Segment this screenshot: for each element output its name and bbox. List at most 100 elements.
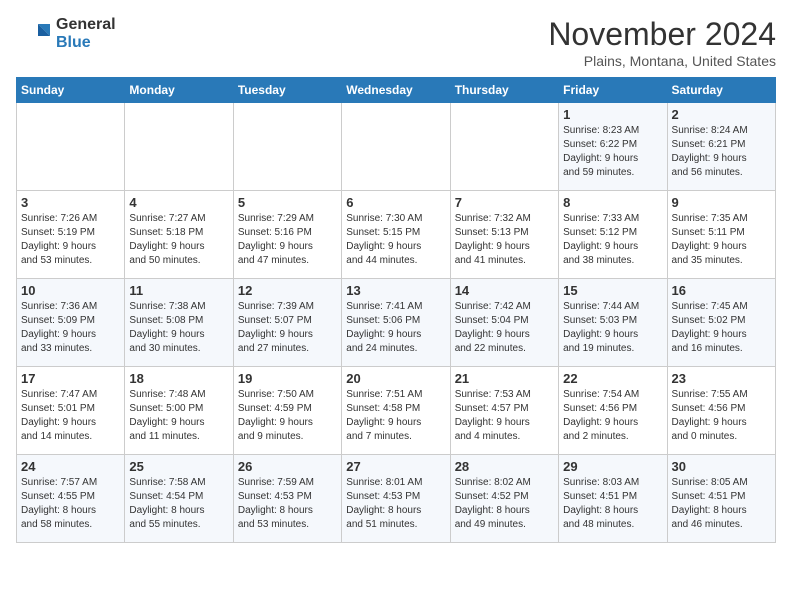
calendar-cell: 19 Sunrise: 7:50 AM Sunset: 4:59 PM Dayli…: [233, 367, 341, 455]
page-header: General Blue November 2024 Plains, Monta…: [16, 16, 776, 69]
day-info: Sunrise: 8:24 AM Sunset: 6:21 PM Dayligh…: [672, 124, 771, 180]
location-text: Plains, Montana, United States: [548, 53, 776, 69]
logo-general-text: General: [56, 16, 116, 33]
calendar-cell: 18 Sunrise: 7:48 AM Sunset: 5:00 PM Dayli…: [125, 367, 233, 455]
day-number: 9: [672, 195, 771, 210]
day-number: 15: [563, 283, 662, 298]
day-number: 12: [238, 283, 337, 298]
weekday-header-monday: Monday: [125, 78, 233, 103]
day-info: Sunrise: 7:32 AM Sunset: 5:13 PM Dayligh…: [455, 212, 554, 268]
calendar-week-row: 1 Sunrise: 8:23 AM Sunset: 6:22 PM Daylig…: [17, 103, 776, 191]
calendar-week-row: 10 Sunrise: 7:36 AM Sunset: 5:09 PM Dayli…: [17, 279, 776, 367]
calendar-cell: 23 Sunrise: 7:55 AM Sunset: 4:56 PM Dayli…: [667, 367, 775, 455]
day-number: 27: [346, 459, 445, 474]
calendar-cell: 13 Sunrise: 7:41 AM Sunset: 5:06 PM Dayli…: [342, 279, 450, 367]
calendar-cell: 24 Sunrise: 7:57 AM Sunset: 4:55 PM Dayli…: [17, 455, 125, 543]
weekday-header-wednesday: Wednesday: [342, 78, 450, 103]
day-number: 7: [455, 195, 554, 210]
calendar-cell: [342, 103, 450, 191]
day-number: 30: [672, 459, 771, 474]
day-number: 20: [346, 371, 445, 386]
calendar-cell: 3 Sunrise: 7:26 AM Sunset: 5:19 PM Daylig…: [17, 191, 125, 279]
day-info: Sunrise: 7:58 AM Sunset: 4:54 PM Dayligh…: [129, 476, 228, 532]
day-info: Sunrise: 7:29 AM Sunset: 5:16 PM Dayligh…: [238, 212, 337, 268]
day-info: Sunrise: 7:38 AM Sunset: 5:08 PM Dayligh…: [129, 300, 228, 356]
day-number: 18: [129, 371, 228, 386]
day-info: Sunrise: 7:50 AM Sunset: 4:59 PM Dayligh…: [238, 388, 337, 444]
calendar-cell: 8 Sunrise: 7:33 AM Sunset: 5:12 PM Daylig…: [559, 191, 667, 279]
title-block: November 2024 Plains, Montana, United St…: [548, 16, 776, 69]
calendar-cell: [125, 103, 233, 191]
day-number: 10: [21, 283, 120, 298]
day-number: 19: [238, 371, 337, 386]
calendar-cell: 25 Sunrise: 7:58 AM Sunset: 4:54 PM Dayli…: [125, 455, 233, 543]
calendar-cell: 7 Sunrise: 7:32 AM Sunset: 5:13 PM Daylig…: [450, 191, 558, 279]
day-info: Sunrise: 7:45 AM Sunset: 5:02 PM Dayligh…: [672, 300, 771, 356]
day-info: Sunrise: 7:26 AM Sunset: 5:19 PM Dayligh…: [21, 212, 120, 268]
day-number: 8: [563, 195, 662, 210]
day-number: 5: [238, 195, 337, 210]
day-number: 25: [129, 459, 228, 474]
day-info: Sunrise: 7:57 AM Sunset: 4:55 PM Dayligh…: [21, 476, 120, 532]
calendar-cell: 6Sunrise: 7:30 AM Sunset: 5:15 PM Daylig…: [342, 191, 450, 279]
day-info: Sunrise: 7:27 AM Sunset: 5:18 PM Dayligh…: [129, 212, 228, 268]
day-info: Sunrise: 7:54 AM Sunset: 4:56 PM Dayligh…: [563, 388, 662, 444]
day-info: Sunrise: 7:44 AM Sunset: 5:03 PM Dayligh…: [563, 300, 662, 356]
weekday-header-tuesday: Tuesday: [233, 78, 341, 103]
calendar-cell: 2Sunrise: 8:24 AM Sunset: 6:21 PM Daylig…: [667, 103, 775, 191]
day-number: 26: [238, 459, 337, 474]
weekday-header-thursday: Thursday: [450, 78, 558, 103]
day-info: Sunrise: 7:59 AM Sunset: 4:53 PM Dayligh…: [238, 476, 337, 532]
day-number: 16: [672, 283, 771, 298]
calendar-cell: 17 Sunrise: 7:47 AM Sunset: 5:01 PM Dayli…: [17, 367, 125, 455]
calendar-cell: 14Sunrise: 7:42 AM Sunset: 5:04 PM Dayli…: [450, 279, 558, 367]
day-number: 13: [346, 283, 445, 298]
day-number: 3: [21, 195, 120, 210]
day-info: Sunrise: 7:47 AM Sunset: 5:01 PM Dayligh…: [21, 388, 120, 444]
day-number: 11: [129, 283, 228, 298]
day-info: Sunrise: 8:03 AM Sunset: 4:51 PM Dayligh…: [563, 476, 662, 532]
calendar-cell: 29Sunrise: 8:03 AM Sunset: 4:51 PM Dayli…: [559, 455, 667, 543]
calendar-cell: 30 Sunrise: 8:05 AM Sunset: 4:51 PM Dayli…: [667, 455, 775, 543]
weekday-header-friday: Friday: [559, 78, 667, 103]
calendar-cell: 5 Sunrise: 7:29 AM Sunset: 5:16 PM Daylig…: [233, 191, 341, 279]
calendar-week-row: 17 Sunrise: 7:47 AM Sunset: 5:01 PM Dayli…: [17, 367, 776, 455]
day-info: Sunrise: 7:30 AM Sunset: 5:15 PM Dayligh…: [346, 212, 445, 268]
day-number: 24: [21, 459, 120, 474]
day-info: Sunrise: 7:55 AM Sunset: 4:56 PM Dayligh…: [672, 388, 771, 444]
day-number: 17: [21, 371, 120, 386]
day-number: 1: [563, 107, 662, 122]
day-number: 23: [672, 371, 771, 386]
day-info: Sunrise: 7:53 AM Sunset: 4:57 PM Dayligh…: [455, 388, 554, 444]
calendar-cell: 20 Sunrise: 7:51 AM Sunset: 4:58 PM Dayli…: [342, 367, 450, 455]
day-info: Sunrise: 7:36 AM Sunset: 5:09 PM Dayligh…: [21, 300, 120, 356]
calendar-cell: [233, 103, 341, 191]
calendar-cell: 9Sunrise: 7:35 AM Sunset: 5:11 PM Daylig…: [667, 191, 775, 279]
weekday-header-saturday: Saturday: [667, 78, 775, 103]
calendar-table: SundayMondayTuesdayWednesdayThursdayFrid…: [16, 77, 776, 543]
day-info: Sunrise: 8:05 AM Sunset: 4:51 PM Dayligh…: [672, 476, 771, 532]
day-info: Sunrise: 8:02 AM Sunset: 4:52 PM Dayligh…: [455, 476, 554, 532]
day-info: Sunrise: 8:23 AM Sunset: 6:22 PM Dayligh…: [563, 124, 662, 180]
calendar-week-row: 24 Sunrise: 7:57 AM Sunset: 4:55 PM Dayli…: [17, 455, 776, 543]
calendar-header-row: SundayMondayTuesdayWednesdayThursdayFrid…: [17, 78, 776, 103]
calendar-cell: 28Sunrise: 8:02 AM Sunset: 4:52 PM Dayli…: [450, 455, 558, 543]
calendar-cell: [450, 103, 558, 191]
day-info: Sunrise: 7:33 AM Sunset: 5:12 PM Dayligh…: [563, 212, 662, 268]
calendar-cell: 21Sunrise: 7:53 AM Sunset: 4:57 PM Dayli…: [450, 367, 558, 455]
day-info: Sunrise: 8:01 AM Sunset: 4:53 PM Dayligh…: [346, 476, 445, 532]
day-info: Sunrise: 7:51 AM Sunset: 4:58 PM Dayligh…: [346, 388, 445, 444]
calendar-cell: [17, 103, 125, 191]
day-info: Sunrise: 7:41 AM Sunset: 5:06 PM Dayligh…: [346, 300, 445, 356]
calendar-cell: 15 Sunrise: 7:44 AM Sunset: 5:03 PM Dayli…: [559, 279, 667, 367]
logo: General Blue: [16, 16, 116, 52]
calendar-cell: 4Sunrise: 7:27 AM Sunset: 5:18 PM Daylig…: [125, 191, 233, 279]
day-info: Sunrise: 7:39 AM Sunset: 5:07 PM Dayligh…: [238, 300, 337, 356]
calendar-cell: 27 Sunrise: 8:01 AM Sunset: 4:53 PM Dayli…: [342, 455, 450, 543]
day-number: 22: [563, 371, 662, 386]
logo-blue-text: Blue: [56, 34, 91, 51]
calendar-cell: 22 Sunrise: 7:54 AM Sunset: 4:56 PM Dayli…: [559, 367, 667, 455]
day-info: Sunrise: 7:48 AM Sunset: 5:00 PM Dayligh…: [129, 388, 228, 444]
calendar-cell: 10 Sunrise: 7:36 AM Sunset: 5:09 PM Dayli…: [17, 279, 125, 367]
calendar-cell: 11 Sunrise: 7:38 AM Sunset: 5:08 PM Dayli…: [125, 279, 233, 367]
